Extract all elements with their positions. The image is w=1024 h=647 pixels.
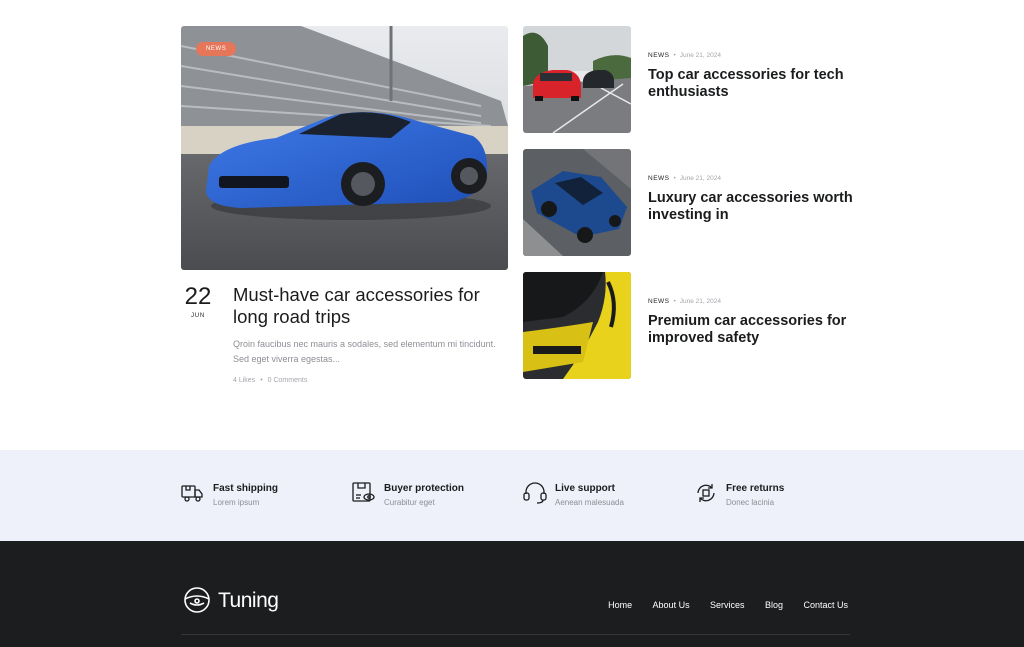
post-category[interactable]: NEWS (648, 175, 670, 182)
post-title[interactable]: Luxury car accessories worth investing i… (648, 190, 853, 224)
post-title[interactable]: Premium car accessories for improved saf… (648, 313, 853, 347)
feature-subtitle: Aenean malesuada (555, 498, 624, 507)
post-thumbnail[interactable] (523, 26, 631, 133)
post-date-text: June 21, 2024 (679, 52, 721, 59)
post-info: NEWS • June 21, 2024 Luxury car accessorie… (648, 175, 853, 224)
post-thumbnail[interactable] (523, 272, 631, 379)
headset-icon (523, 482, 547, 504)
box-eye-icon (352, 482, 375, 502)
returns-icon (697, 484, 715, 502)
footer-nav: Home About Us Services Blog Contact Us (592, 595, 848, 613)
post-meta: NEWS • June 21, 2024 (648, 52, 721, 59)
nav-about-us[interactable]: About Us (653, 600, 690, 610)
post-thumbnail[interactable] (523, 149, 631, 256)
post-item: NEWS • June 21, 2024 Luxury car accessorie… (523, 149, 853, 256)
footer: Tuning Home About Us Services Blog Conta… (0, 541, 1024, 647)
nav-contact-us[interactable]: Contact Us (803, 600, 848, 610)
feature-subtitle: Lorem ipsum (213, 498, 260, 507)
feature-title: Fast shipping (213, 483, 278, 494)
post-date-text: June 21, 2024 (679, 175, 721, 182)
post-date-month: JUN (190, 313, 206, 319)
post-meta: NEWS • June 21, 2024 (648, 298, 721, 305)
post-item: NEWS • June 21, 2024 Premium car accessori… (523, 272, 853, 379)
yellow-car-image (523, 272, 631, 379)
red-car-image (523, 26, 631, 133)
featured-post-body: Must-have car accessories for long road … (233, 284, 508, 384)
post-info: NEWS • June 21, 2024 Premium car accessori… (648, 298, 853, 347)
post-date: 22 JUN (181, 283, 215, 320)
nav-blog[interactable]: Blog (765, 600, 783, 610)
featured-post-excerpt: Qroin faucibus nec mauris a sodales, sed… (233, 339, 496, 364)
nav-services[interactable]: Services (710, 600, 745, 610)
feature-title: Buyer protection (384, 483, 465, 494)
featured-post-meta: 4 Likes • 0 Comments (233, 377, 308, 384)
blue-sports-car-image (181, 26, 508, 270)
post-list: NEWS • June 21, 2024 Top car accessories f… (523, 26, 853, 395)
featured-post: NEWS 22 JUN Must-have car accessories fo… (181, 26, 508, 384)
post-item: NEWS • June 21, 2024 Top car accessories f… (523, 26, 853, 133)
logo-text: Tuning (218, 589, 279, 612)
truck-icon (181, 485, 203, 502)
feature-title: Free returns (726, 483, 785, 494)
feature-subtitle: Curabitur eget (384, 498, 435, 507)
nav-home[interactable]: Home (608, 600, 632, 610)
post-date-text: June 21, 2024 (679, 298, 721, 305)
footer-divider (181, 634, 850, 635)
post-title[interactable]: Top car accessories for tech enthusiasts (648, 67, 853, 101)
steering-wheel-logo-icon (184, 587, 210, 613)
post-date-day: 22 (184, 283, 212, 310)
featured-post-image[interactable]: NEWS (181, 26, 508, 270)
post-category[interactable]: NEWS (648, 52, 670, 59)
blog-section: NEWS 22 JUN Must-have car accessories fo… (0, 0, 1024, 450)
post-info: NEWS • June 21, 2024 Top car accessories f… (648, 52, 853, 101)
features-strip: Fast shipping Lorem ipsum Buyer protecti… (0, 450, 1024, 541)
feature-subtitle: Donec lacinia (726, 498, 775, 507)
blue-suv-image (523, 149, 631, 256)
post-meta: NEWS • June 21, 2024 (648, 175, 721, 182)
likes-count[interactable]: 4 Likes (233, 377, 255, 384)
post-category[interactable]: NEWS (648, 298, 670, 305)
feature-title: Live support (555, 483, 616, 494)
featured-post-title[interactable]: Must-have car accessories for long road … (233, 284, 508, 328)
comments-count[interactable]: 0 Comments (268, 377, 308, 384)
news-badge[interactable]: NEWS (196, 42, 237, 56)
